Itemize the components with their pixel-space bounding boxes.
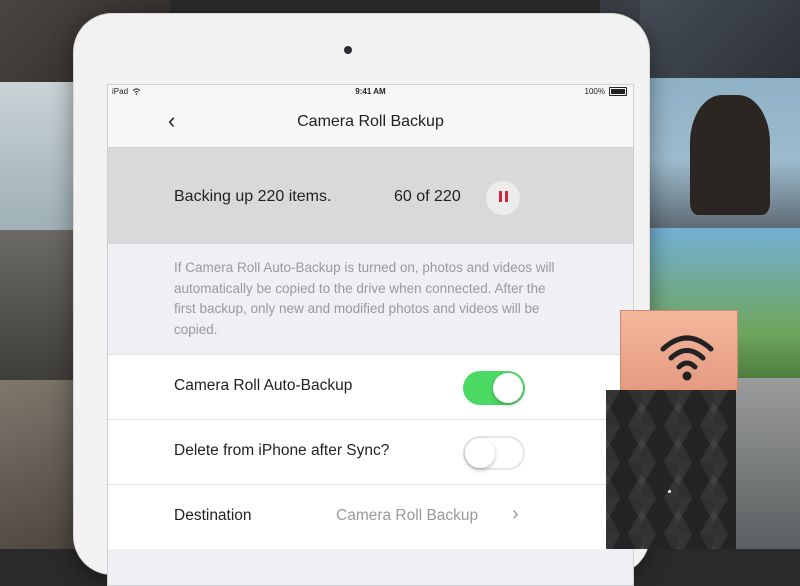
- navigation-bar: ‹ Camera Roll Backup: [108, 99, 633, 148]
- ipad-device: iPad 9:41 AM 100% ‹ Camera Roll Backup B…: [74, 14, 649, 586]
- front-camera: [344, 46, 352, 54]
- status-bar: iPad 9:41 AM 100%: [108, 85, 633, 99]
- pause-button[interactable]: [486, 181, 520, 215]
- battery-percent: 100%: [584, 87, 605, 96]
- delete-after-sync-row: Delete from iPhone after Sync?: [108, 419, 633, 484]
- status-led: [668, 490, 671, 493]
- auto-backup-toggle[interactable]: [463, 371, 525, 405]
- background-photo: [0, 82, 75, 230]
- destination-row[interactable]: Destination Camera Roll Backup ›: [108, 484, 633, 549]
- background-photo-statue: [690, 95, 770, 215]
- toggle-knob: [493, 373, 523, 403]
- drive-body: [606, 390, 736, 549]
- auto-backup-label: Camera Roll Auto-Backup: [174, 377, 353, 394]
- backup-status-message: Backing up 220 items.: [174, 188, 332, 205]
- battery-icon: [609, 87, 627, 96]
- auto-backup-row: Camera Roll Auto-Backup: [108, 354, 633, 419]
- auto-backup-description: If Camera Roll Auto-Backup is turned on,…: [174, 260, 555, 337]
- background-photo: [640, 0, 800, 78]
- destination-value: Camera Roll Backup: [336, 507, 479, 524]
- app-screen: iPad 9:41 AM 100% ‹ Camera Roll Backup B…: [107, 84, 634, 586]
- delete-after-sync-label: Delete from iPhone after Sync?: [174, 442, 390, 459]
- status-time: 9:41 AM: [355, 87, 386, 96]
- wireless-drive-device: [606, 310, 738, 549]
- delete-after-sync-toggle[interactable]: [463, 436, 525, 470]
- backup-progress-banner: Backing up 220 items. 60 of 220: [108, 148, 633, 244]
- drive-wifi-panel: [620, 310, 738, 392]
- background-photo: [0, 230, 75, 380]
- backup-progress-count: 60 of 220: [394, 188, 461, 205]
- toggle-knob: [465, 438, 495, 468]
- chevron-right-icon: ›: [512, 503, 519, 525]
- destination-label: Destination: [174, 507, 252, 524]
- background-photo: [0, 380, 75, 549]
- page-title: Camera Roll Backup: [297, 113, 444, 130]
- pause-icon: [497, 189, 509, 207]
- wifi-icon: [660, 335, 714, 381]
